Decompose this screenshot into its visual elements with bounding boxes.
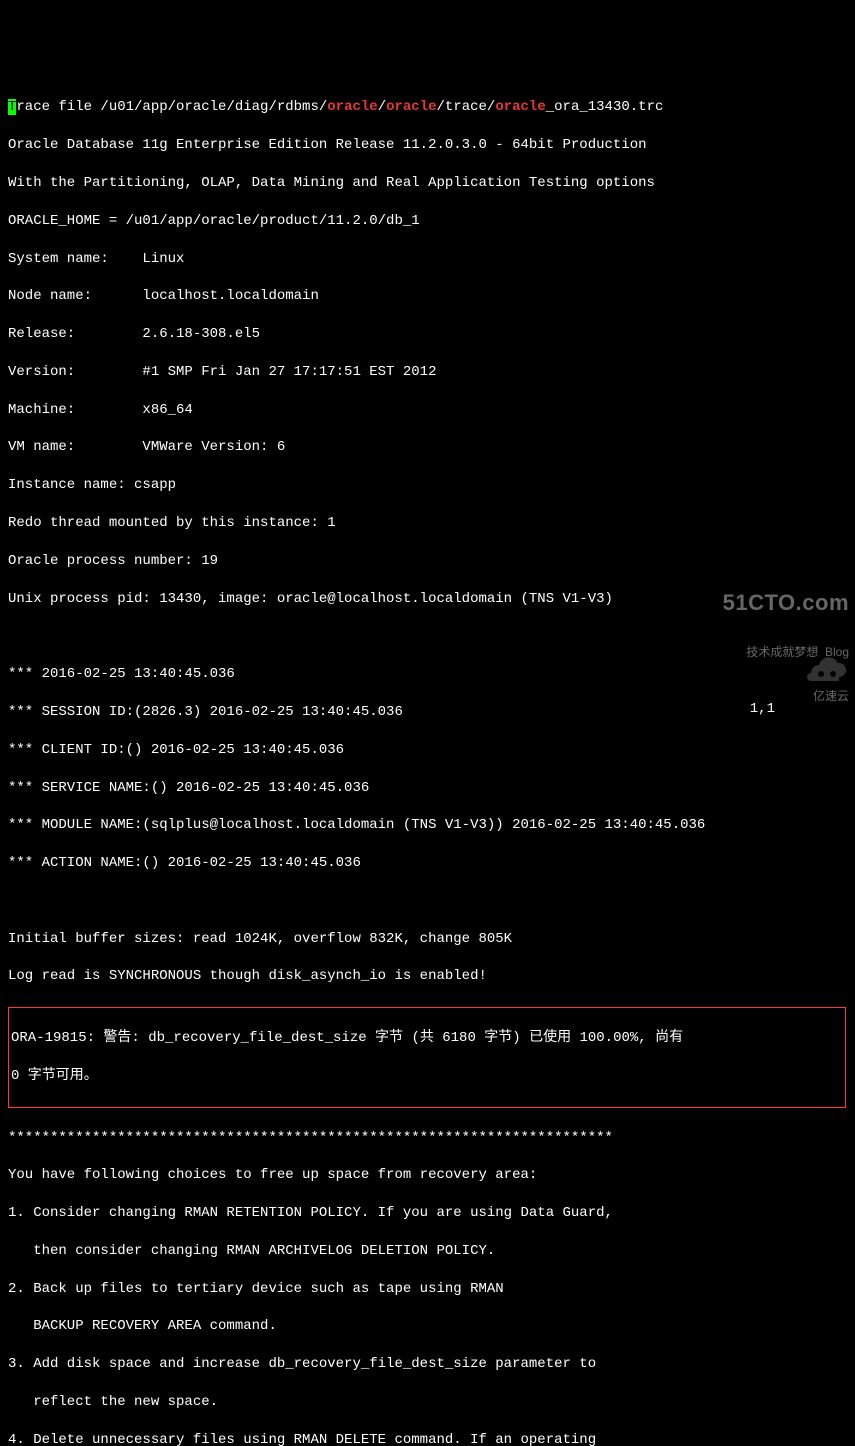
module-name-line: *** MODULE NAME:(sqlplus@localhost.local… [8,816,847,835]
vm-name-line: VM name: VMWare Version: 6 [8,438,847,457]
ora-warning-line-2: 0 字节可用。 [11,1067,843,1086]
vi-cursor-position: 1,1 [750,700,775,719]
separator-stars: ****************************************… [8,1129,847,1148]
choice-2-line-1: 2. Back up files to tertiary device such… [8,1280,847,1299]
session-id-line: *** SESSION ID:(2826.3) 2016-02-25 13:40… [8,703,847,722]
kernel-version-line: Version: #1 SMP Fri Jan 27 17:17:51 EST … [8,363,847,382]
choice-3-line-2: reflect the new space. [8,1393,847,1412]
path-highlight-oracle-2: oracle [386,99,436,115]
timestamp-line: *** 2016-02-25 13:40:45.036 [8,665,847,684]
choice-2-line-2: BACKUP RECOVERY AREA command. [8,1317,847,1336]
log-read-line: Log read is SYNCHRONOUS though disk_asyn… [8,967,847,986]
release-line: Release: 2.6.18-308.el5 [8,325,847,344]
blank-line [8,892,847,911]
redo-thread-line: Redo thread mounted by this instance: 1 [8,514,847,533]
trace-path-text: race file /u01/app/oracle/diag/rdbms/ [16,99,327,115]
terminal-output[interactable]: Trace file /u01/app/oracle/diag/rdbms/or… [8,80,847,1446]
path-highlight-oracle-1: oracle [327,99,377,115]
choice-3-line-1: 3. Add disk space and increase db_recove… [8,1355,847,1374]
client-id-line: *** CLIENT ID:() 2016-02-25 13:40:45.036 [8,741,847,760]
choice-4-line-1: 4. Delete unnecessary files using RMAN D… [8,1431,847,1446]
action-name-line: *** ACTION NAME:() 2016-02-25 13:40:45.0… [8,854,847,873]
choices-heading: You have following choices to free up sp… [8,1166,847,1185]
choice-1-line-1: 1. Consider changing RMAN RETENTION POLI… [8,1204,847,1223]
oracle-home-line: ORACLE_HOME = /u01/app/oracle/product/11… [8,212,847,231]
process-number-line: Oracle process number: 19 [8,552,847,571]
unix-pid-line: Unix process pid: 13430, image: oracle@l… [8,590,847,609]
oracle-options-line: With the Partitioning, OLAP, Data Mining… [8,174,847,193]
path-highlight-oracle-3: oracle [495,99,545,115]
machine-line: Machine: x86_64 [8,401,847,420]
instance-name-line: Instance name: csapp [8,476,847,495]
trace-path-line: Trace file /u01/app/oracle/diag/rdbms/or… [8,98,847,117]
watermark-cloud-icon [803,657,849,683]
warning-box: ORA-19815: 警告: db_recovery_file_dest_siz… [8,1007,846,1107]
node-name-line: Node name: localhost.localdomain [8,287,847,306]
system-name-line: System name: Linux [8,250,847,269]
service-name-line: *** SERVICE NAME:() 2016-02-25 13:40:45.… [8,779,847,798]
choice-1-line-2: then consider changing RMAN ARCHIVELOG D… [8,1242,847,1261]
buffer-sizes-line: Initial buffer sizes: read 1024K, overfl… [8,930,847,949]
ora-warning-line-1: ORA-19815: 警告: db_recovery_file_dest_siz… [11,1029,843,1048]
oracle-version-line: Oracle Database 11g Enterprise Edition R… [8,136,847,155]
